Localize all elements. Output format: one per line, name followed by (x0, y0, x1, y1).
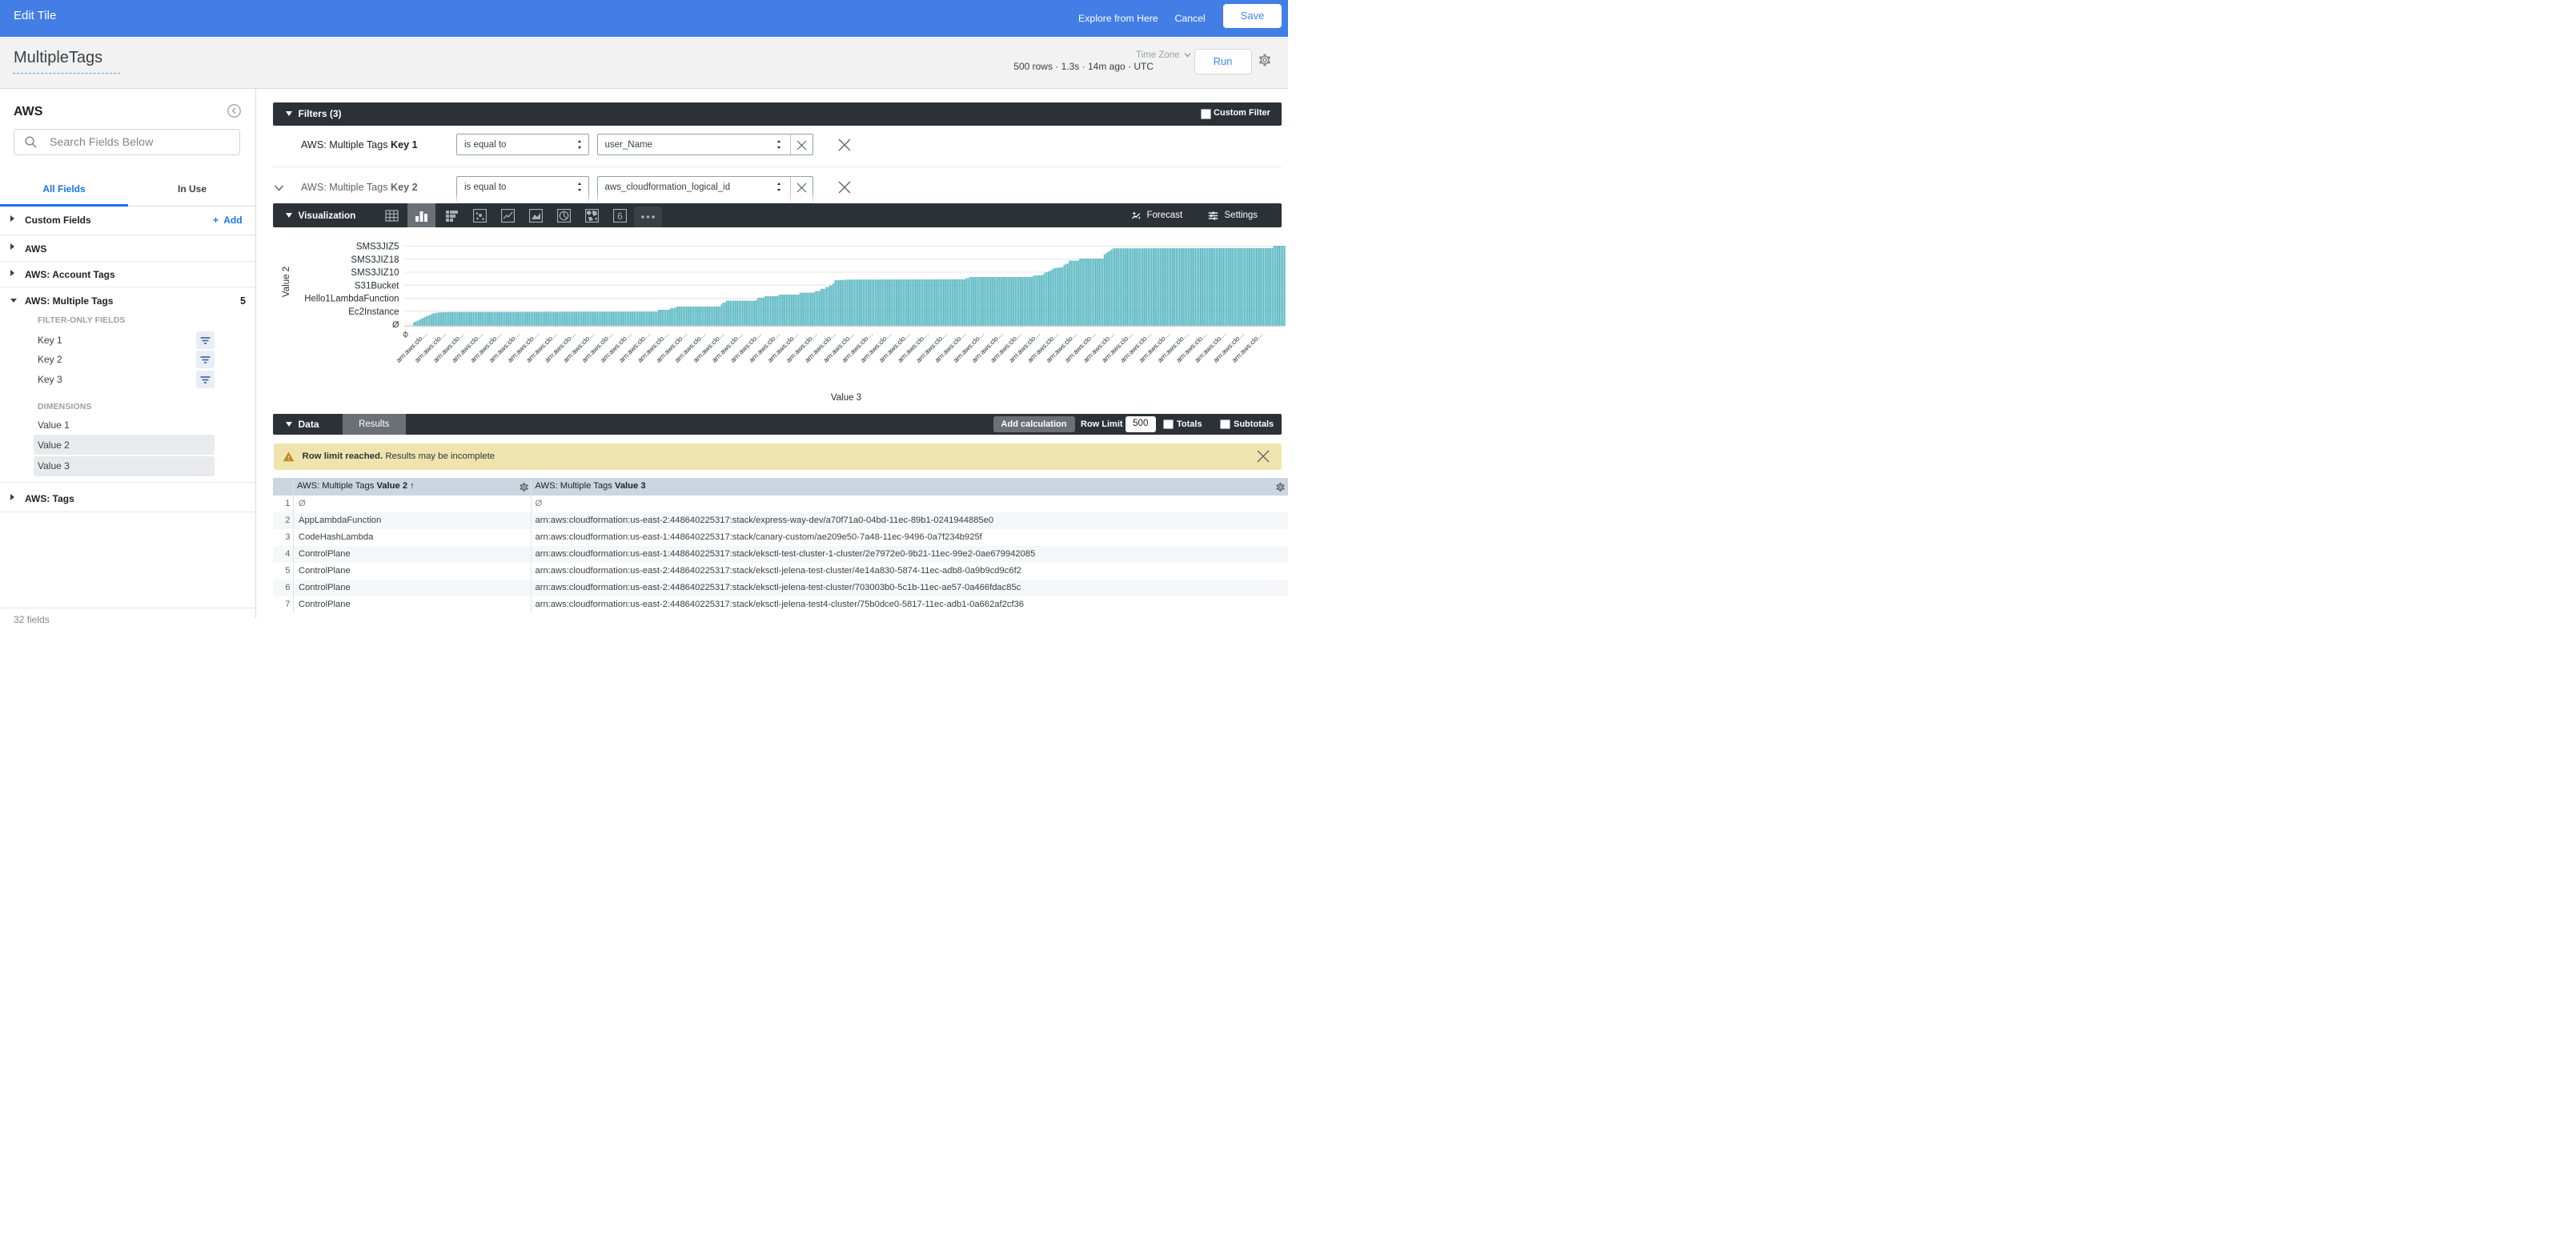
svg-text:Ø: Ø (401, 330, 411, 339)
svg-text:Ø: Ø (392, 320, 399, 330)
svg-text:Value 3: Value 3 (831, 393, 861, 403)
svg-text:Value 2: Value 2 (282, 267, 291, 297)
svg-text:SMS3JIZ5: SMS3JIZ5 (356, 243, 399, 252)
svg-text:Ec2Instance: Ec2Instance (348, 307, 399, 317)
svg-text:S31Bucket: S31Bucket (355, 281, 399, 291)
svg-text:SMS3JIZ18: SMS3JIZ18 (351, 255, 399, 265)
svg-text:SMS3JIZ10: SMS3JIZ10 (351, 268, 399, 278)
svg-text:6: 6 (617, 211, 623, 222)
svg-text:Hello1LambdaFunction: Hello1LambdaFunction (304, 295, 399, 304)
